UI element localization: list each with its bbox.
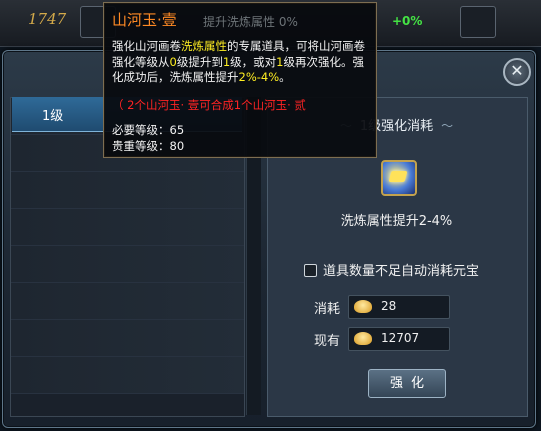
auto-consume-option[interactable]: 道具数量不足自动消耗元宝 — [304, 260, 479, 279]
background-percent: +0% — [392, 14, 423, 28]
cost-field: 28 — [348, 295, 450, 319]
have-field: 12707 — [348, 327, 450, 351]
cost-value: 28 — [381, 299, 397, 313]
ornament-right-icon: 〜 — [441, 119, 454, 133]
ingot-icon — [354, 300, 372, 313]
tooltip-description: 强化山河画卷洗炼属性的专属道具，可将山河画卷强化等级从0级提升到1级，或对1级再… — [112, 39, 365, 84]
list-item — [11, 320, 244, 357]
checkbox-icon[interactable] — [304, 264, 317, 277]
auto-consume-label: 道具数量不足自动消耗元宝 — [323, 264, 480, 279]
background-number: 1747 — [28, 10, 67, 28]
level-tab-label: 1级 — [42, 109, 64, 124]
enhance-button[interactable]: 强化 — [368, 369, 446, 398]
ingot-icon — [354, 332, 372, 345]
close-icon[interactable]: ✕ — [503, 58, 531, 86]
tooltip-rarity-level: 贵重等级：80 — [112, 139, 185, 153]
list-item — [11, 209, 244, 246]
item-tooltip: 山河玉·壹 提升洗炼属性 0% 强化山河画卷洗炼属性的专属道具，可将山河画卷强化… — [103, 2, 377, 158]
gem-icon — [388, 171, 408, 182]
tooltip-title: 山河玉·壹 — [112, 11, 177, 29]
cost-label: 消耗 — [314, 302, 341, 317]
list-item — [11, 357, 244, 394]
tooltip-combine-note: （ 2个山河玉· 壹可合成1个山河玉· 贰 — [112, 98, 306, 112]
tooltip-required-level: 必要等级：65 — [112, 123, 185, 137]
list-item — [11, 246, 244, 283]
list-item — [11, 283, 244, 320]
have-value: 12707 — [381, 331, 420, 345]
tooltip-subtitle: 提升洗炼属性 0% — [203, 15, 298, 29]
item-description: 洗炼属性提升2-4% — [340, 214, 453, 229]
slot-frame — [460, 6, 496, 38]
item-icon[interactable] — [381, 160, 417, 196]
list-item — [11, 172, 244, 209]
have-label: 现有 — [314, 334, 341, 349]
